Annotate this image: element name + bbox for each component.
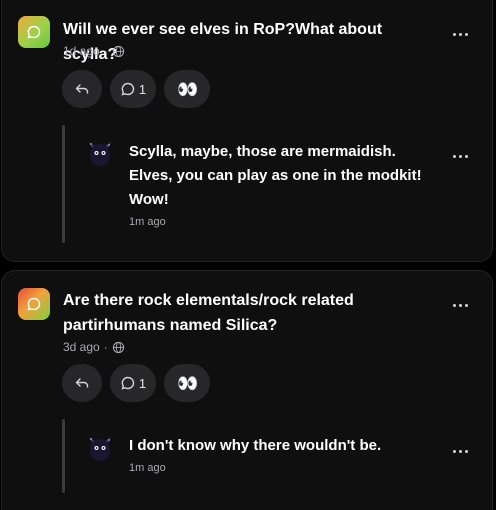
comment-bubble-icon bbox=[121, 82, 134, 96]
reaction-button[interactable]: 👀 bbox=[164, 70, 210, 108]
post-card: Are there rock elementals/rock related p… bbox=[1, 270, 493, 510]
meta-separator: · bbox=[103, 340, 108, 354]
globe-icon bbox=[112, 45, 124, 57]
post-meta: 3d ago · bbox=[63, 340, 125, 354]
reaction-button[interactable]: 👀 bbox=[164, 364, 210, 402]
post-more-button[interactable] bbox=[448, 24, 472, 44]
post-avatar[interactable] bbox=[18, 16, 50, 48]
thread-line bbox=[62, 125, 65, 243]
post-more-button[interactable] bbox=[448, 295, 472, 315]
comments-button[interactable]: 1 bbox=[110, 364, 156, 402]
more-horizontal-icon bbox=[452, 449, 456, 453]
eyes-reaction: 👀 bbox=[177, 373, 198, 393]
post-card: Will we ever see elves in RoP?What about… bbox=[1, 0, 493, 262]
comment-count: 1 bbox=[138, 81, 147, 97]
comment-count: 1 bbox=[138, 375, 147, 391]
eyes-reaction: 👀 bbox=[177, 79, 198, 99]
chat-bubble-icon bbox=[27, 25, 41, 39]
reply-button[interactable] bbox=[62, 364, 102, 402]
more-horizontal-icon bbox=[452, 303, 456, 307]
thread-line bbox=[62, 419, 65, 493]
reply-time: 1m ago bbox=[129, 216, 166, 228]
more-horizontal-icon bbox=[452, 154, 456, 158]
post-title[interactable]: Will we ever see elves in RoP?What about… bbox=[63, 17, 433, 67]
reply-text: Scylla, maybe, those are mermaidish. Elv… bbox=[129, 143, 422, 208]
reply-time: 1m ago bbox=[129, 462, 166, 474]
more-horizontal-icon bbox=[452, 32, 456, 36]
meta-separator: · bbox=[103, 44, 108, 58]
comments-button[interactable]: 1 bbox=[110, 70, 156, 108]
post-actions: 1 👀 bbox=[62, 70, 210, 108]
reply-avatar[interactable] bbox=[86, 138, 114, 170]
reply-more-button[interactable] bbox=[448, 441, 472, 461]
post-actions: 1 👀 bbox=[62, 364, 210, 402]
reply-arrow-icon bbox=[75, 84, 89, 94]
post-avatar[interactable] bbox=[18, 288, 50, 320]
post-time: 3d ago bbox=[63, 340, 100, 354]
post-meta: 1d ago · bbox=[63, 44, 125, 58]
reply-avatar[interactable] bbox=[86, 433, 114, 465]
reply-text: I don't know why there wouldn't be. bbox=[129, 437, 382, 454]
reply-arrow-icon bbox=[75, 378, 89, 388]
globe-icon bbox=[112, 341, 124, 353]
reply-more-button[interactable] bbox=[448, 146, 472, 166]
chat-bubble-icon bbox=[27, 297, 41, 311]
reply-button[interactable] bbox=[62, 70, 102, 108]
post-title[interactable]: Are there rock elementals/rock related p… bbox=[63, 288, 393, 338]
comment-bubble-icon bbox=[121, 376, 134, 390]
post-time: 1d ago bbox=[63, 44, 100, 58]
